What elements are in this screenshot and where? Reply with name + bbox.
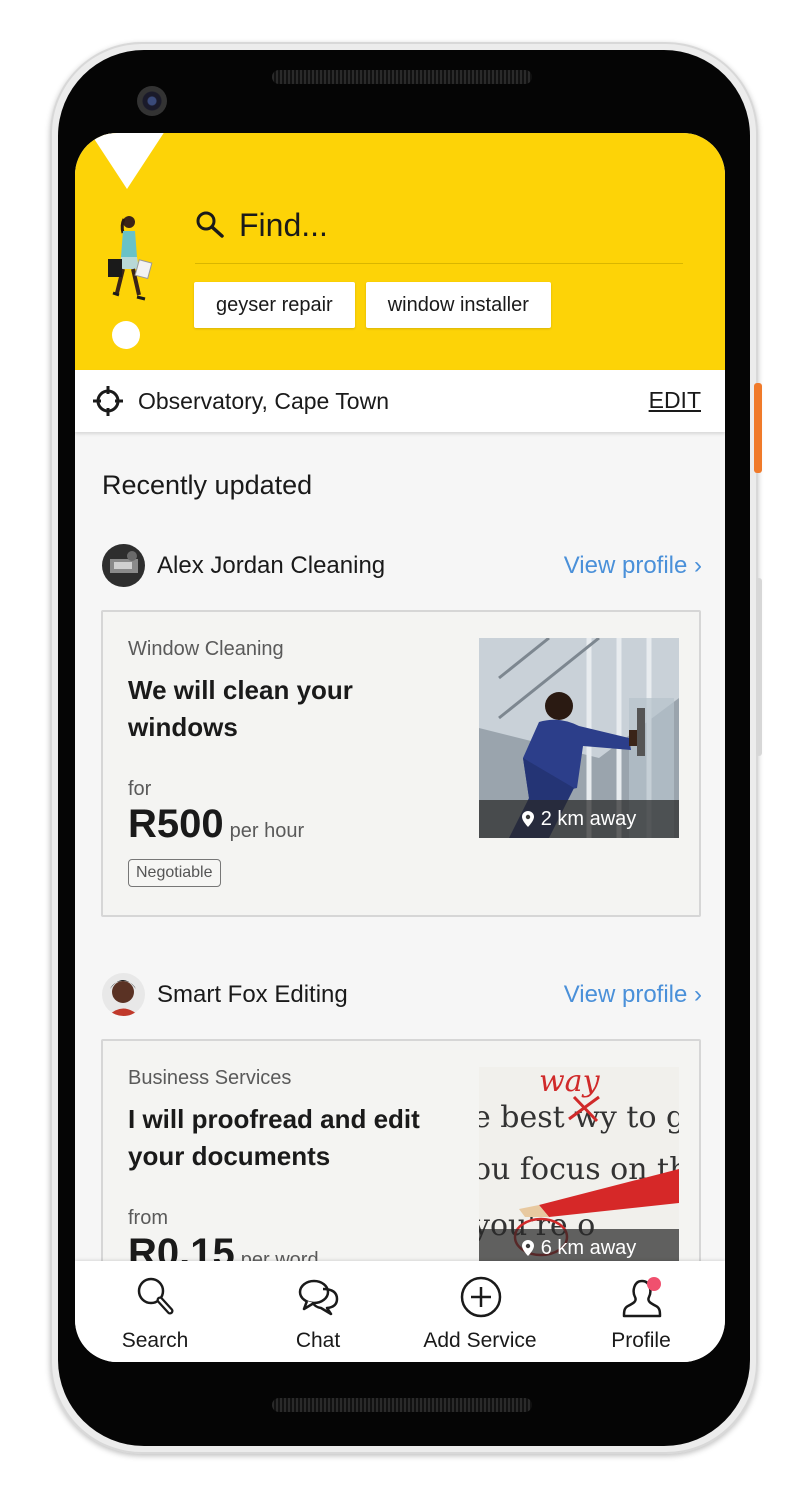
view-profile-link[interactable]: View profile › — [564, 552, 702, 580]
nav-label: Chat — [295, 1329, 341, 1352]
nav-label: Profile — [611, 1329, 671, 1352]
profile-icon — [622, 1277, 662, 1318]
search-field[interactable]: Find... — [195, 203, 328, 247]
location-pin-icon — [521, 1240, 534, 1256]
service-category: Business Services — [128, 1067, 292, 1089]
location-text: Observatory, Cape Town — [138, 388, 389, 414]
distance-text: 6 km away — [540, 1236, 637, 1259]
svg-text:e best wy to g: e best wy to g — [479, 1100, 679, 1135]
service-image: e best wy to g ou focus on th you're o w… — [479, 1067, 679, 1267]
nav-chat[interactable]: Chat — [243, 1261, 393, 1362]
service-image: 2 km away — [479, 638, 679, 838]
svg-text:way: way — [539, 1067, 601, 1099]
service-category: Window Cleaning — [128, 638, 284, 660]
nav-label: Search — [121, 1329, 189, 1352]
avatar[interactable] — [102, 544, 145, 587]
edit-location-link[interactable]: EDIT — [649, 387, 701, 414]
service-title: We will clean your windows — [128, 675, 353, 742]
service-card[interactable]: Window Cleaning We will clean your windo… — [101, 610, 701, 917]
shopper-illustration — [108, 216, 153, 301]
provider-row: Smart Fox Editing View profile › — [102, 973, 702, 1017]
price-amount: R500 — [128, 802, 224, 846]
search-icon — [196, 211, 224, 238]
chip-window-installer[interactable]: window installer — [365, 282, 551, 328]
logo-dot — [112, 321, 140, 349]
view-profile-link[interactable]: View profile › — [564, 981, 702, 1009]
section-title: Recently updated — [102, 470, 313, 500]
provider-row: Alex Jordan Cleaning View profile › — [102, 544, 702, 588]
chat-icon — [298, 1279, 339, 1316]
chip-geyser-repair[interactable]: geyser repair — [194, 282, 355, 328]
nav-label: Add Service — [423, 1329, 537, 1352]
crosshair-icon — [93, 386, 123, 416]
bottom-speaker — [272, 1398, 532, 1412]
price-prefix: for — [128, 778, 152, 800]
price-unit: per hour — [229, 820, 305, 842]
distance-text: 2 km away — [540, 807, 637, 830]
power-button — [754, 383, 762, 473]
volume-button — [756, 578, 762, 756]
logo-mark — [89, 133, 165, 189]
search-icon — [137, 1277, 174, 1315]
app-screen: Find... geyser repair window installer O… — [75, 133, 725, 1362]
service-title: I will proofread and edit your documents — [128, 1104, 420, 1171]
add-icon — [460, 1276, 502, 1318]
price-row: R500 per hour — [128, 802, 304, 847]
suggestion-chips: geyser repair window installer — [194, 282, 551, 328]
search-placeholder: Find... — [239, 206, 328, 243]
bottom-nav: Search Chat Add Service Profile — [75, 1261, 725, 1362]
distance-overlay: 2 km away — [479, 800, 679, 838]
negotiable-badge: Negotiable — [128, 859, 221, 887]
nav-profile[interactable]: Profile — [566, 1261, 716, 1362]
nav-add-service[interactable]: Add Service — [405, 1261, 555, 1362]
search-header: Find... geyser repair window installer — [75, 133, 725, 370]
avatar[interactable] — [102, 973, 145, 1016]
provider-name[interactable]: Smart Fox Editing — [157, 981, 348, 1009]
location-bar: Observatory, Cape Town EDIT — [75, 370, 725, 432]
price-prefix: from — [128, 1207, 168, 1229]
front-camera — [137, 86, 167, 116]
earpiece-speaker — [272, 70, 532, 84]
search-underline — [195, 263, 683, 264]
nav-search[interactable]: Search — [80, 1261, 230, 1362]
provider-name[interactable]: Alex Jordan Cleaning — [157, 552, 385, 580]
location-pin-icon — [521, 811, 534, 827]
